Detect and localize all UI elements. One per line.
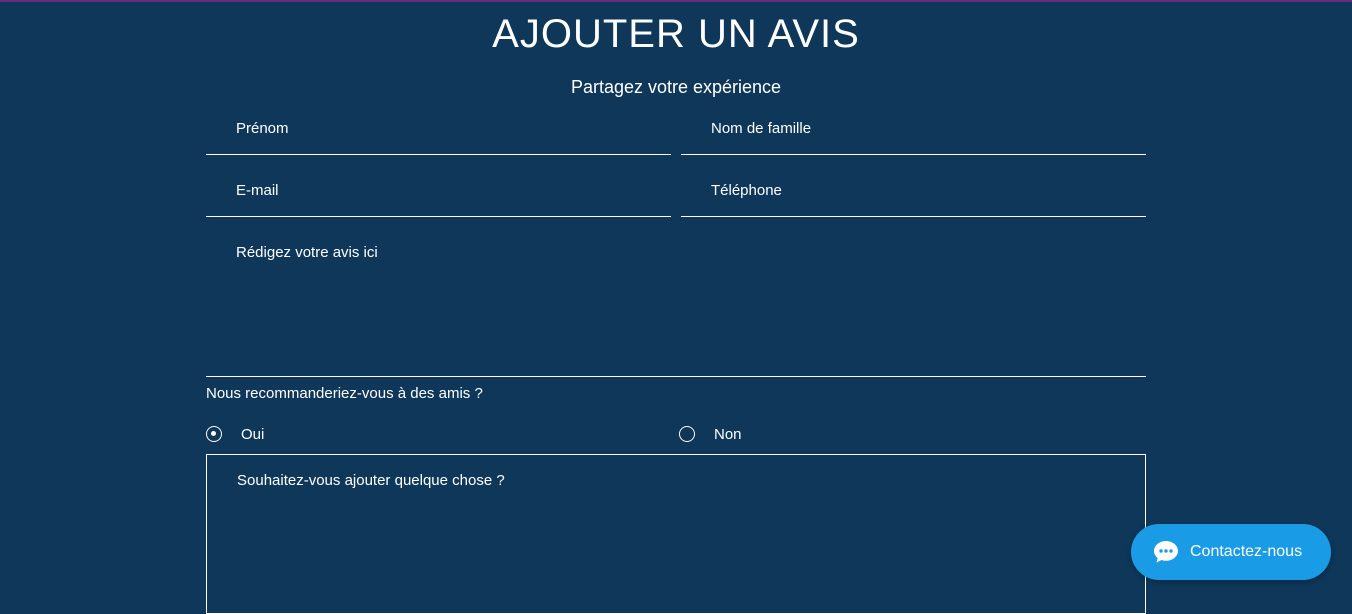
email-field[interactable]: E-mail xyxy=(206,182,671,217)
last-name-input[interactable]: Nom de famille xyxy=(711,120,811,138)
last-name-field[interactable]: Nom de famille xyxy=(681,120,1146,155)
page-title: AJOUTER UN AVIS xyxy=(492,12,860,56)
extra-comments-textarea[interactable]: Souhaitez-vous ajouter quelque chose ? xyxy=(206,454,1146,614)
chat-bubble-icon xyxy=(1154,541,1178,563)
review-textarea[interactable]: Rédigez votre avis ici xyxy=(206,244,1146,377)
first-name-input[interactable]: Prénom xyxy=(236,120,289,138)
recommend-question: Nous recommanderiez-vous à des amis ? xyxy=(206,385,483,402)
review-placeholder[interactable]: Rédigez votre avis ici xyxy=(236,244,378,262)
top-accent-bar xyxy=(0,0,1352,2)
phone-field[interactable]: Téléphone xyxy=(681,182,1146,217)
contact-button-label: Contactez-nous xyxy=(1190,543,1303,560)
radio-non[interactable]: Non xyxy=(679,426,879,446)
first-name-field[interactable]: Prénom xyxy=(206,120,671,155)
extra-comments-placeholder[interactable]: Souhaitez-vous ajouter quelque chose ? xyxy=(237,472,505,490)
radio-selected-dot xyxy=(211,431,216,436)
radio-oui-circle[interactable] xyxy=(206,426,222,442)
email-input[interactable]: E-mail xyxy=(236,182,279,200)
radio-oui[interactable]: Oui xyxy=(206,426,406,446)
radio-oui-label[interactable]: Oui xyxy=(241,426,264,444)
phone-input[interactable]: Téléphone xyxy=(711,182,782,200)
contact-chat-button[interactable]: Contactez-nous xyxy=(1131,524,1331,580)
radio-non-circle[interactable] xyxy=(679,426,695,442)
radio-non-label[interactable]: Non xyxy=(714,426,742,444)
page-subtitle: Partagez votre expérience xyxy=(570,77,782,97)
